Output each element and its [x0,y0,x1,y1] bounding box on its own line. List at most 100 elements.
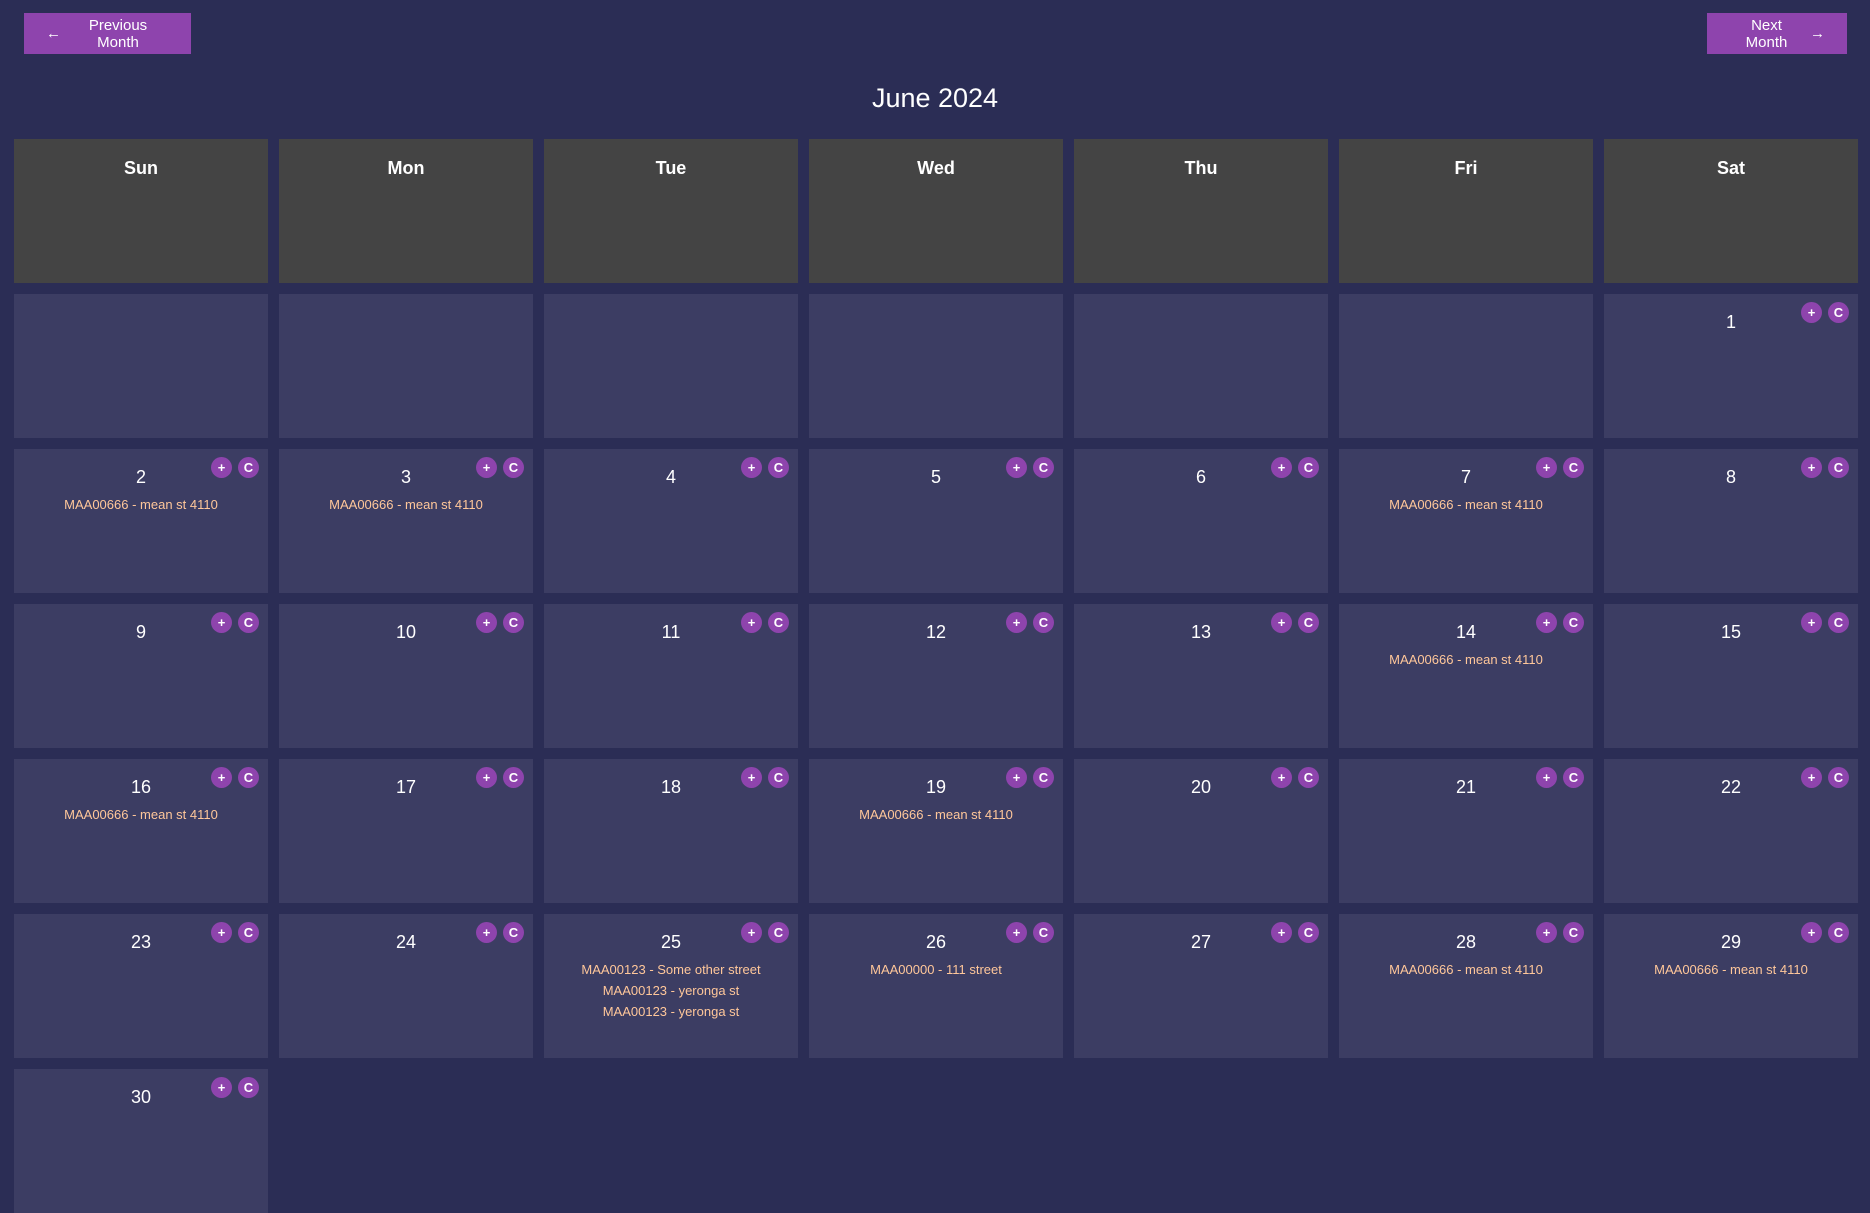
add-booking-button[interactable]: + [211,457,232,478]
add-booking-button[interactable]: + [1801,767,1822,788]
copy-button[interactable]: C [1298,612,1319,633]
copy-button[interactable]: C [1828,457,1849,478]
add-booking-button[interactable]: + [741,922,762,943]
add-booking-button[interactable]: + [741,457,762,478]
copy-button[interactable]: C [768,767,789,788]
day-cell[interactable]: + C 27 [1074,914,1328,1058]
add-booking-button[interactable]: + [476,767,497,788]
day-cell[interactable]: + C 24 [279,914,533,1058]
copy-button[interactable]: C [1828,922,1849,943]
copy-button[interactable]: C [1298,922,1319,943]
add-booking-button[interactable]: + [211,767,232,788]
event-item[interactable]: MAA00000 - 111 street [809,959,1063,980]
copy-button[interactable]: C [1298,457,1319,478]
copy-button[interactable]: C [1033,922,1054,943]
day-cell[interactable]: + C 5 [809,449,1063,593]
day-cell[interactable]: + C 19 MAA00666 - mean st 4110 [809,759,1063,903]
copy-button[interactable]: C [1033,457,1054,478]
add-booking-button[interactable]: + [1801,922,1822,943]
copy-button[interactable]: C [238,1077,259,1098]
add-booking-button[interactable]: + [1536,767,1557,788]
day-cell[interactable]: + C 18 [544,759,798,903]
add-booking-button[interactable]: + [1271,457,1292,478]
copy-button[interactable]: C [238,457,259,478]
add-booking-button[interactable]: + [1801,457,1822,478]
day-cell[interactable]: + C 20 [1074,759,1328,903]
copy-button[interactable]: C [503,612,524,633]
copy-button[interactable]: C [1563,922,1584,943]
event-item[interactable]: MAA00123 - yeronga st [544,1001,798,1022]
day-cell[interactable]: + C 15 [1604,604,1858,748]
event-item[interactable]: MAA00666 - mean st 4110 [1339,959,1593,980]
copy-button[interactable]: C [768,922,789,943]
day-cell[interactable]: + C 3 MAA00666 - mean st 4110 [279,449,533,593]
add-booking-button[interactable]: + [1271,922,1292,943]
add-booking-button[interactable]: + [1006,457,1027,478]
event-item[interactable]: MAA00123 - yeronga st [544,980,798,1001]
day-cell[interactable]: + C 21 [1339,759,1593,903]
day-cell[interactable]: + C 4 [544,449,798,593]
day-cell[interactable]: + C 11 [544,604,798,748]
add-booking-button[interactable]: + [1536,612,1557,633]
event-item[interactable]: MAA00666 - mean st 4110 [14,804,268,825]
copy-button[interactable]: C [1563,612,1584,633]
add-booking-button[interactable]: + [1006,922,1027,943]
copy-button[interactable]: C [1033,612,1054,633]
add-booking-button[interactable]: + [211,922,232,943]
add-booking-button[interactable]: + [1536,457,1557,478]
add-booking-button[interactable]: + [741,612,762,633]
add-booking-button[interactable]: + [1271,612,1292,633]
add-booking-button[interactable]: + [476,922,497,943]
day-cell[interactable]: + C 30 [14,1069,268,1213]
add-booking-button[interactable]: + [211,1077,232,1098]
day-cell[interactable]: + C 12 [809,604,1063,748]
day-cell[interactable]: + C 13 [1074,604,1328,748]
copy-button[interactable]: C [238,767,259,788]
event-item[interactable]: MAA00666 - mean st 4110 [1604,959,1858,980]
copy-button[interactable]: C [1828,302,1849,323]
copy-button[interactable]: C [1033,767,1054,788]
day-cell[interactable]: + C 17 [279,759,533,903]
event-item[interactable]: MAA00666 - mean st 4110 [809,804,1063,825]
add-booking-button[interactable]: + [1801,302,1822,323]
copy-button[interactable]: C [503,767,524,788]
add-booking-button[interactable]: + [211,612,232,633]
event-item[interactable]: MAA00666 - mean st 4110 [1339,649,1593,670]
event-item[interactable]: MAA00666 - mean st 4110 [279,494,533,515]
day-cell[interactable]: + C 14 MAA00666 - mean st 4110 [1339,604,1593,748]
add-booking-button[interactable]: + [476,612,497,633]
day-cell[interactable]: + C 2 MAA00666 - mean st 4110 [14,449,268,593]
add-booking-button[interactable]: + [1536,922,1557,943]
day-cell[interactable]: + C 28 MAA00666 - mean st 4110 [1339,914,1593,1058]
copy-button[interactable]: C [238,612,259,633]
event-item[interactable]: MAA00666 - mean st 4110 [14,494,268,515]
add-booking-button[interactable]: + [1006,767,1027,788]
day-cell[interactable]: + C 10 [279,604,533,748]
copy-button[interactable]: C [1563,457,1584,478]
day-cell[interactable]: + C 1 [1604,294,1858,438]
day-cell[interactable]: + C 29 MAA00666 - mean st 4110 [1604,914,1858,1058]
day-cell[interactable]: + C 25 MAA00123 - Some other street MAA00123… [544,914,798,1058]
add-booking-button[interactable]: + [741,767,762,788]
copy-button[interactable]: C [1828,767,1849,788]
copy-button[interactable]: C [1828,612,1849,633]
day-cell[interactable]: + C 26 MAA00000 - 111 street [809,914,1063,1058]
copy-button[interactable]: C [503,922,524,943]
event-item[interactable]: MAA00123 - Some other street [544,959,798,980]
day-cell[interactable]: + C 7 MAA00666 - mean st 4110 [1339,449,1593,593]
copy-button[interactable]: C [1298,767,1319,788]
copy-button[interactable]: C [1563,767,1584,788]
day-cell[interactable]: + C 8 [1604,449,1858,593]
copy-button[interactable]: C [768,612,789,633]
previous-month-button[interactable]: ← Previous Month [24,13,191,54]
copy-button[interactable]: C [503,457,524,478]
day-cell[interactable]: + C 23 [14,914,268,1058]
event-item[interactable]: MAA00666 - mean st 4110 [1339,494,1593,515]
next-month-button[interactable]: Next Month → [1707,13,1847,54]
add-booking-button[interactable]: + [1271,767,1292,788]
add-booking-button[interactable]: + [476,457,497,478]
add-booking-button[interactable]: + [1006,612,1027,633]
copy-button[interactable]: C [238,922,259,943]
add-booking-button[interactable]: + [1801,612,1822,633]
day-cell[interactable]: + C 9 [14,604,268,748]
